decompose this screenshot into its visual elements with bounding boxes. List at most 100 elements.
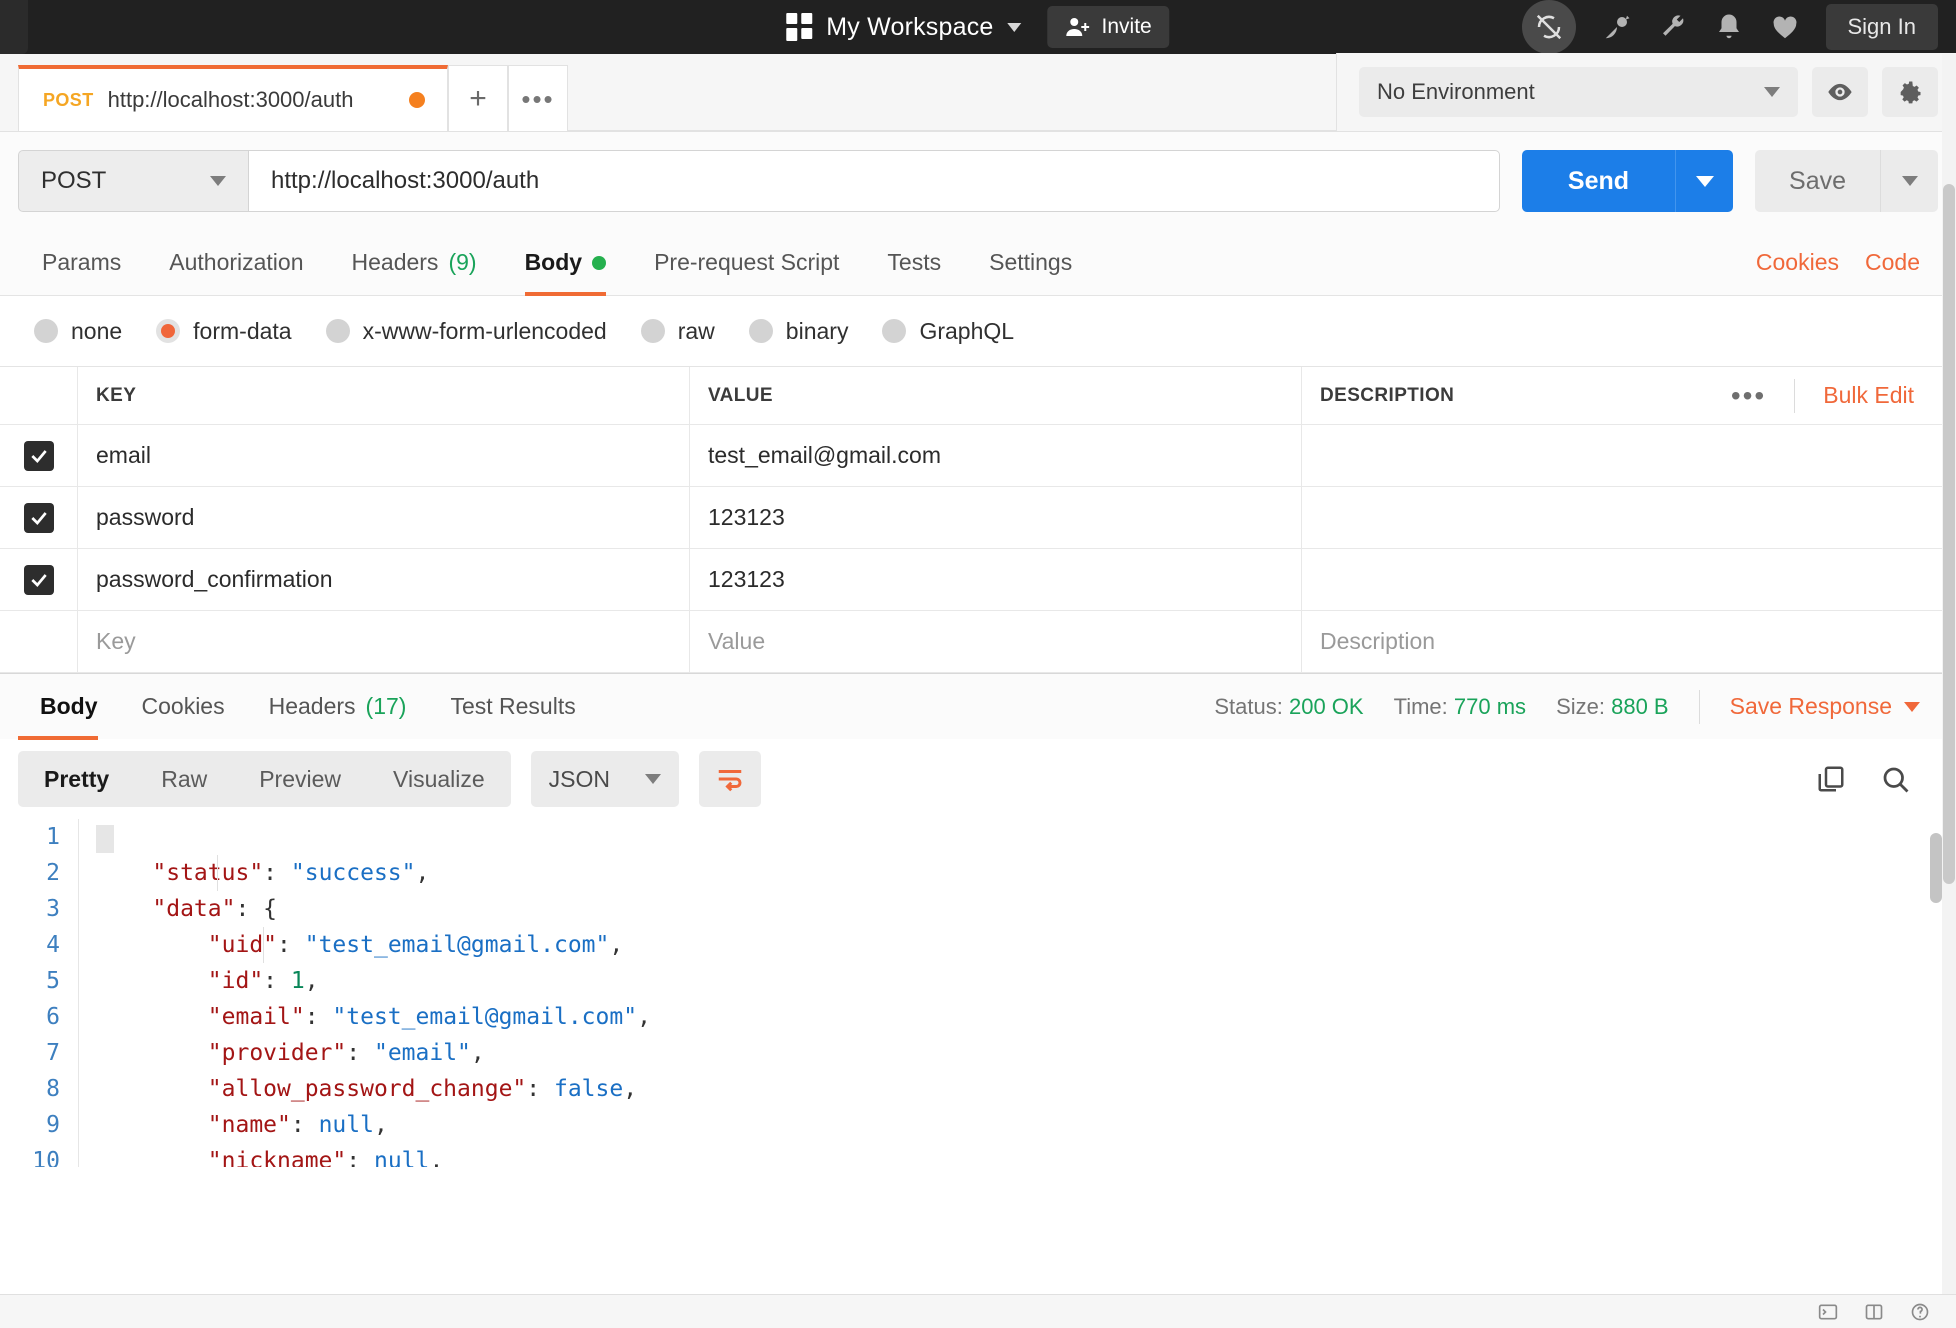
row-checkbox-checked[interactable] [23,440,54,471]
tab-params[interactable]: Params [18,230,145,296]
new-row-value-input[interactable]: Value [690,611,1302,672]
row-value-cell[interactable]: 123123 [690,487,1302,548]
satellite-icon[interactable] [1602,12,1632,42]
body-type-raw[interactable]: raw [640,318,715,345]
new-row-key-input[interactable]: Key [78,611,690,672]
console-icon[interactable] [1818,1302,1838,1322]
send-button[interactable]: Send [1521,150,1676,212]
bulk-edit-link[interactable]: Bulk Edit [1795,382,1938,409]
row-value-cell[interactable]: 123123 [690,549,1302,610]
row-description-cell[interactable] [1302,549,1956,610]
cookies-link[interactable]: Cookies [1756,249,1839,276]
url-input[interactable]: http://localhost:3000/auth [248,150,1500,212]
size-value: 880 B [1611,693,1669,719]
bell-icon[interactable] [1714,12,1744,42]
code-scrollbar-thumb[interactable] [1930,833,1942,903]
row-key-cell[interactable]: password [78,487,690,548]
save-response-button[interactable]: Save Response [1730,693,1938,720]
tab-settings[interactable]: Settings [965,230,1096,296]
view-mode-pretty[interactable]: Pretty [18,751,135,807]
body-type-form-data-label: form-data [193,317,292,344]
save-button[interactable]: Save [1755,150,1880,212]
layout-icon[interactable] [1864,1302,1884,1322]
code-token: , [304,968,319,994]
tab-params-label: Params [42,249,122,275]
request-tab-auth[interactable]: POST http://localhost:3000/auth [18,65,448,131]
response-format-value: JSON [548,765,611,792]
sign-in-button[interactable]: Sign In [1825,4,1938,50]
tab-pre-request-script[interactable]: Pre-request Script [630,230,863,296]
body-type-binary[interactable]: binary [748,318,848,345]
tab-tests[interactable]: Tests [863,230,965,296]
table-row[interactable]: password_confirmation 123123 [0,549,1956,611]
environment-quick-look-button[interactable] [1812,67,1868,117]
invite-person-icon [1066,18,1090,36]
invite-button[interactable]: Invite [1047,6,1170,48]
app-scrollbar-track[interactable] [1942,54,1956,1294]
tab-authorization-label: Authorization [169,249,304,275]
view-mode-visualize[interactable]: Visualize [367,751,511,807]
tab-options-button[interactable]: ••• [508,65,568,131]
search-icon[interactable] [1880,764,1910,794]
tab-headers[interactable]: Headers (9) [328,230,501,296]
copy-icon[interactable] [1816,764,1846,794]
response-tab-headers[interactable]: Headers (17) [247,674,429,740]
view-mode-preview[interactable]: Preview [233,751,367,807]
code-link[interactable]: Code [1865,249,1920,276]
sync-status-button[interactable] [1521,0,1576,54]
tab-authorization[interactable]: Authorization [145,230,327,296]
time-group: Time: 770 ms [1394,694,1526,720]
response-tab-test-results[interactable]: Test Results [428,674,597,740]
body-type-none[interactable]: none [34,318,122,345]
workspace-selector[interactable]: My Workspace [786,13,1022,42]
row-value-cell[interactable]: test_email@gmail.com [690,425,1302,486]
http-method-select[interactable]: POST [18,150,248,212]
wrap-lines-button[interactable] [698,751,761,807]
header-checkbox-cell [0,367,78,424]
unsaved-indicator-dot[interactable] [409,92,425,108]
response-tab-body[interactable]: Body [18,674,120,740]
ellipsis-icon: ••• [521,83,555,114]
row-key-cell[interactable]: email [78,425,690,486]
row-description-cell[interactable] [1302,425,1956,486]
chevron-down-icon [210,176,226,186]
row-key-value: password_confirmation [96,566,333,592]
environment-selector[interactable]: No Environment [1359,67,1798,117]
response-tab-cookies[interactable]: Cookies [120,674,247,740]
response-body-viewer[interactable]: 123456789101112 { "status": "success", "… [0,819,1956,1167]
app-scrollbar-thumb[interactable] [1943,184,1955,884]
code-token: "email" [373,1040,471,1066]
new-tab-button[interactable]: + [448,65,508,131]
table-row[interactable]: password 123123 [0,487,1956,549]
view-mode-raw[interactable]: Raw [135,751,233,807]
row-checkbox-checked[interactable] [23,502,54,533]
body-type-form-data[interactable]: form-data [156,317,292,345]
new-row-description-input[interactable]: Description [1302,611,1956,672]
code-fold-marker[interactable] [96,825,114,853]
send-label: Send [1567,166,1630,195]
tab-strip-filler [568,53,1336,131]
code-line: "id": 1, [97,963,1956,999]
tab-method-label: POST [43,89,94,110]
tab-body[interactable]: Body [501,230,631,296]
code-token: "uid" [207,932,278,958]
heart-icon[interactable] [1770,12,1800,42]
row-description-cell[interactable] [1302,487,1956,548]
save-group: Save [1755,150,1938,212]
row-key-cell[interactable]: password_confirmation [78,549,690,610]
wrench-icon[interactable] [1658,12,1688,42]
table-options-ellipsis-icon[interactable]: ••• [1703,381,1794,409]
table-row-empty[interactable]: Key Value Description [0,611,1956,673]
body-type-x-www-form-urlencoded[interactable]: x-www-form-urlencoded [325,318,607,345]
settings-gear-button[interactable] [1882,67,1938,117]
help-icon[interactable] [1910,1302,1930,1322]
send-options-button[interactable] [1675,150,1734,212]
row-checkbox-checked[interactable] [23,564,54,595]
save-options-button[interactable] [1880,150,1938,212]
body-type-graphql[interactable]: GraphQL [882,318,1014,345]
save-response-label: Save Response [1729,693,1892,719]
table-row[interactable]: email test_email@gmail.com [0,425,1956,487]
radio-icon [882,319,907,343]
response-format-select[interactable]: JSON [530,751,679,807]
